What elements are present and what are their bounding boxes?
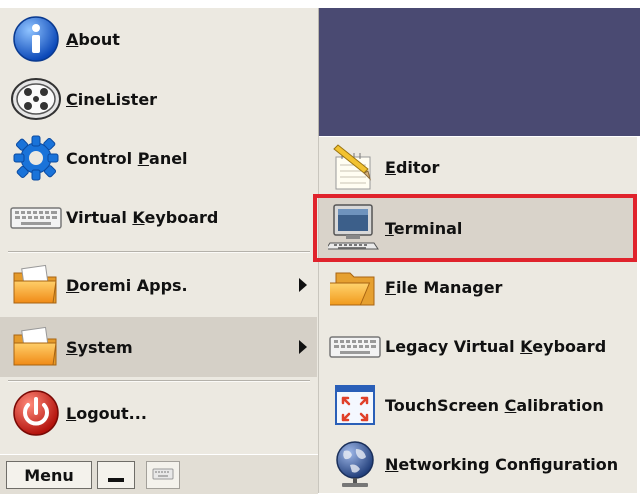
submenu-item-label: Terminal — [385, 218, 463, 238]
start-menu: About CineLister Control Panel Virtual K… — [0, 8, 319, 493]
submenu-item-legacy-virtual-keyboard[interactable]: Legacy Virtual Keyboard — [319, 317, 637, 375]
submenu-item-label: File Manager — [385, 277, 503, 297]
menu-button[interactable]: Menu — [6, 461, 92, 489]
submenu-item-label: Editor — [385, 157, 440, 177]
submenu-item-networking-configuration[interactable]: Networking Configuration — [319, 435, 637, 493]
submenu-item-label: Legacy Virtual Keyboard — [385, 336, 607, 356]
menu-item-label: Control Panel — [66, 148, 188, 168]
menu-separator — [8, 251, 310, 252]
menu-item-virtual-keyboard[interactable]: Virtual Keyboard — [0, 188, 317, 246]
menu-item-doremi-apps[interactable]: Doremi Apps. — [0, 256, 317, 314]
terminal-icon — [327, 203, 383, 253]
keyboard-icon — [8, 192, 64, 242]
info-icon — [8, 14, 64, 64]
menu-item-logout[interactable]: Logout... — [0, 384, 317, 442]
menu-separator — [8, 380, 310, 381]
menu-item-label: Doremi Apps. — [66, 275, 188, 295]
power-icon — [8, 388, 64, 438]
submenu-arrow-icon — [299, 278, 307, 292]
menu-item-label: System — [66, 337, 133, 357]
folder-icon — [8, 260, 64, 310]
menu-item-label: About — [66, 29, 120, 49]
menu-item-cinelister[interactable]: CineLister — [0, 70, 317, 128]
menu-item-system[interactable]: System — [0, 317, 317, 377]
folder-icon — [8, 322, 64, 372]
globe-icon — [327, 439, 383, 489]
menu-item-about[interactable]: About — [0, 10, 317, 68]
taskbar: Menu — [0, 454, 318, 494]
menu-item-label: Virtual Keyboard — [66, 207, 219, 227]
keyboard-icon — [152, 466, 174, 485]
keyboard-icon — [327, 321, 383, 371]
menu-item-label: CineLister — [66, 89, 158, 109]
keyboard-toggle-button[interactable] — [146, 461, 180, 489]
submenu-item-label: TouchScreen Calibration — [385, 395, 604, 415]
submenu-item-editor[interactable]: Editor — [319, 138, 637, 196]
minimize-button[interactable] — [97, 461, 135, 489]
folder-icon — [327, 262, 383, 312]
desktop-background — [318, 8, 640, 136]
menu-button-label: Menu — [24, 465, 74, 485]
submenu-item-touchscreen-calibration[interactable]: TouchScreen Calibration — [319, 376, 637, 434]
submenu-item-file-manager[interactable]: File Manager — [319, 258, 637, 316]
menu-item-control-panel[interactable]: Control Panel — [0, 129, 317, 187]
submenu-item-label: Networking Configuration — [385, 454, 619, 474]
system-submenu: Editor Terminal File Manager Legacy Virt… — [318, 136, 637, 493]
submenu-arrow-icon — [299, 340, 307, 354]
touchscreen-icon — [327, 380, 383, 430]
submenu-item-terminal[interactable]: Terminal — [319, 198, 637, 258]
gear-icon — [8, 133, 64, 183]
film-reel-icon — [8, 74, 64, 124]
menu-item-label: Logout... — [66, 403, 147, 423]
pencil-icon — [327, 142, 383, 192]
